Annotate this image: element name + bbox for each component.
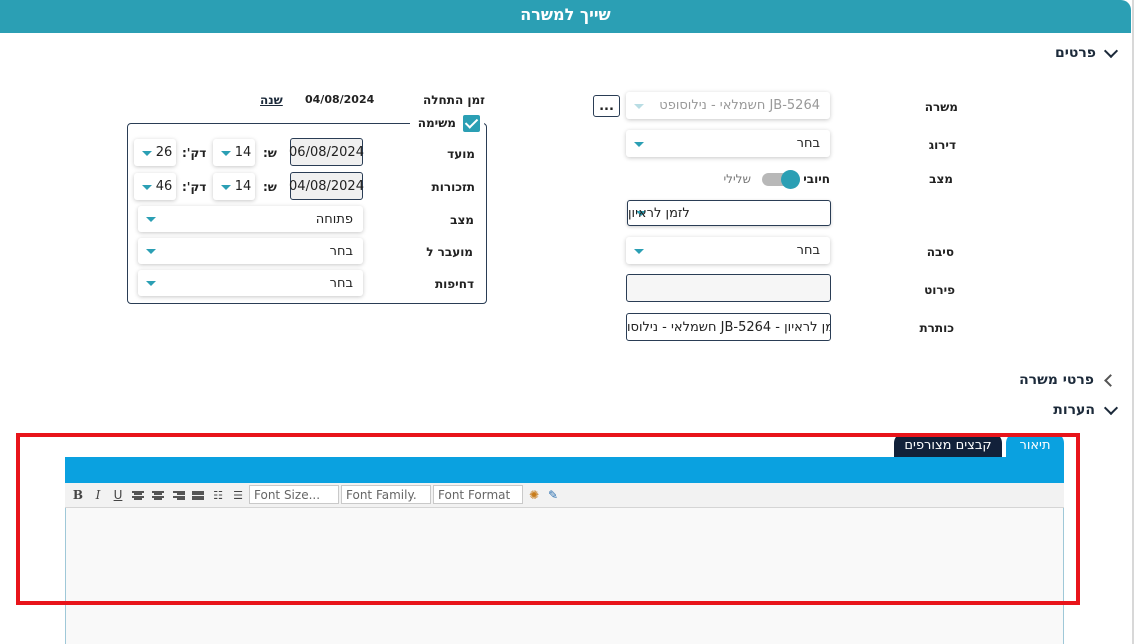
due-hour-select[interactable]: 14 — [213, 139, 255, 166]
due-date-input[interactable]: 06/08/2024 — [289, 138, 364, 166]
caret-down-icon — [221, 184, 231, 190]
reminder-label: תזכורות — [431, 180, 475, 194]
section-job-details-title[interactable]: פרטי משרה — [1019, 372, 1094, 388]
underline-icon[interactable]: U — [111, 488, 125, 502]
reminder-date-input[interactable]: 04/08/2024 — [289, 172, 364, 200]
caret-down-icon — [146, 217, 156, 222]
font-family-select[interactable]: Font Family. — [341, 485, 431, 504]
rating-label: דירוג — [928, 138, 956, 152]
task-checkbox[interactable] — [463, 115, 480, 132]
reminder-min-label: דק': — [182, 180, 207, 194]
caret-down-icon — [146, 249, 156, 254]
due-hour-label: ש: — [263, 146, 277, 160]
reminder-hour-select[interactable]: 14 — [213, 173, 255, 200]
chevron-left-icon[interactable] — [1104, 374, 1117, 387]
chevron-down-icon[interactable] — [1103, 43, 1119, 59]
urgency-label: דחיפות — [434, 277, 474, 291]
align-right-icon[interactable] — [171, 490, 185, 501]
align-left-icon[interactable] — [131, 490, 145, 501]
reminder-hour-label: ש: — [263, 180, 277, 194]
align-justify-icon[interactable] — [191, 490, 205, 501]
change-year-link[interactable]: שנה — [260, 93, 283, 107]
title-bar: שייך למשרה — [0, 0, 1131, 33]
task-state-label: מצב — [450, 213, 474, 227]
job-label: משרה — [924, 100, 958, 114]
caret-down-icon — [634, 103, 644, 109]
page-title: שייך למשרה — [520, 5, 611, 24]
caret-down-icon — [634, 248, 644, 254]
due-label: מועד — [447, 147, 475, 161]
bold-icon[interactable]: B — [71, 488, 85, 502]
detail-input[interactable] — [626, 274, 831, 302]
urgency-select[interactable]: בחר — [138, 270, 363, 296]
editor-toolbar: B I U ☷ ☰ Font Size... Font Family. Font… — [65, 483, 1064, 508]
caret-down-icon — [142, 184, 152, 190]
start-time-value: 04/08/2024 — [305, 93, 375, 106]
caret-down-icon — [221, 150, 231, 156]
editor-header — [65, 457, 1064, 483]
status-label: מצב — [929, 172, 953, 186]
ordered-list-icon[interactable]: ☷ — [211, 488, 225, 502]
reason-label: סיבה — [926, 245, 954, 259]
caret-down-icon — [634, 141, 644, 147]
edit-html-icon[interactable]: ✎ — [546, 488, 560, 502]
status-negative-label: שלילי — [723, 172, 751, 186]
editor-content-area[interactable] — [65, 508, 1064, 644]
detail-label: פירוט — [924, 283, 955, 297]
job-more-button[interactable]: ... — [593, 95, 620, 117]
caret-down-icon — [146, 281, 156, 286]
assigned-select[interactable]: בחר — [138, 238, 363, 264]
assigned-label: מועבר ל — [426, 245, 473, 259]
task-label: משימה — [417, 116, 456, 130]
job-select[interactable]: JB-5264 חשמלאי - נילוסופט — [626, 92, 830, 119]
status-positive-label: חיובי — [803, 172, 830, 186]
font-format-select[interactable]: Font Format — [433, 485, 523, 504]
status-select[interactable]: לזמן לראיון — [627, 200, 831, 226]
tab-description[interactable]: תיאור — [1006, 433, 1064, 457]
rating-select[interactable]: בחר — [626, 130, 830, 157]
due-min-select[interactable]: 26 — [134, 139, 176, 166]
scrollbar-track[interactable] — [1132, 0, 1134, 644]
tab-attachments[interactable]: קבצים מצורפים — [894, 433, 1002, 457]
italic-icon[interactable]: I — [91, 488, 105, 502]
caret-down-icon — [142, 150, 152, 156]
status-toggle-knob[interactable] — [781, 170, 800, 189]
font-size-select[interactable]: Font Size... — [249, 485, 339, 504]
reason-select[interactable]: בחר — [626, 237, 830, 264]
subject-label: כותרת — [919, 321, 954, 335]
section-notes-title[interactable]: הערות — [1053, 402, 1095, 418]
align-center-icon[interactable] — [151, 490, 165, 501]
chevron-down-icon[interactable] — [1103, 400, 1119, 416]
start-time-label: זמן התחלה — [423, 93, 485, 107]
task-state-select[interactable]: פתוחה — [138, 206, 363, 232]
bullet-list-icon[interactable]: ☰ — [231, 488, 245, 502]
subject-input[interactable]: לזמן לראיון - JB-5264 חשמלאי - נילוסו — [626, 313, 831, 341]
color-palette-icon[interactable]: ✺ — [527, 488, 541, 502]
due-min-label: דק': — [182, 146, 207, 160]
reminder-min-select[interactable]: 46 — [134, 173, 176, 200]
section-details-title[interactable]: פרטים — [1055, 45, 1096, 61]
